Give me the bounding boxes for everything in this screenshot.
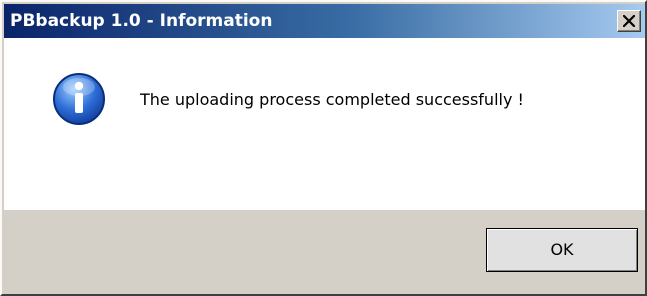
close-icon bbox=[623, 15, 635, 27]
close-button[interactable] bbox=[617, 10, 641, 32]
window-title: PBbackup 1.0 - Information bbox=[10, 11, 273, 31]
message-text: The uploading process completed successf… bbox=[140, 90, 524, 109]
ok-button[interactable]: OK bbox=[486, 228, 638, 272]
info-icon bbox=[53, 73, 105, 125]
information-dialog: PBbackup 1.0 - Information The uploading… bbox=[0, 0, 647, 296]
title-bar[interactable]: PBbackup 1.0 - Information bbox=[4, 4, 645, 38]
